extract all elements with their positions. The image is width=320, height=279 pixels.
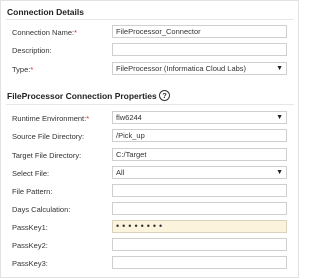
runtime-environment-label: Runtime Environment:* [12,114,89,123]
connection-name-label: Connection Name:* [12,28,77,37]
connection-name-input[interactable]: FileProcessor_Connector [112,25,287,38]
passkey3-label: PassKey3: [12,259,48,268]
select-file-select[interactable]: All ▼ [112,166,287,179]
source-dir-label: Source File Directory: [12,132,85,141]
description-input[interactable] [112,43,287,56]
passkey2-label: PassKey2: [12,241,48,250]
type-select[interactable]: FileProcessor (Informatica Cloud Labs) ▼ [112,62,287,75]
runtime-environment-value: flw6244 [116,113,142,122]
passkey1-input[interactable]: •••••••• [112,220,287,233]
type-label-text: Type: [12,65,31,74]
target-dir-input[interactable]: C:/Target [112,148,287,161]
days-calculation-input[interactable] [112,202,287,215]
section-divider [6,104,294,105]
passkey2-input[interactable] [112,238,287,251]
runtime-environment-label-text: Runtime Environment: [12,114,87,123]
chevron-down-icon: ▼ [276,169,283,176]
connection-name-label-text: Connection Name: [12,28,75,37]
required-marker: * [30,65,34,74]
connection-details-title: Connection Details [7,7,84,17]
type-label: Type:* [12,65,33,74]
source-dir-input[interactable]: /Pick_up [112,129,287,142]
file-pattern-label: File Pattern: [12,187,53,196]
type-select-value: FileProcessor (Informatica Cloud Labs) [116,64,247,73]
section-divider [6,19,294,20]
chevron-down-icon: ▼ [276,65,283,72]
days-calculation-label: Days Calculation: [12,205,71,214]
runtime-environment-select[interactable]: flw6244 ▼ [112,111,287,124]
passkey1-label: PassKey1: [12,223,48,232]
question-circle-icon[interactable]: ? [159,90,170,101]
select-file-value: All [116,168,125,177]
properties-title: FileProcessor Connection Properties [7,91,157,101]
required-marker: * [74,28,78,37]
required-marker: * [86,114,90,123]
chevron-down-icon: ▼ [276,114,283,121]
passkey3-input[interactable] [112,256,287,269]
description-label: Description: [12,46,52,55]
select-file-label: Select File: [12,169,50,178]
file-pattern-input[interactable] [112,184,287,197]
target-dir-label: Target File Directory: [12,151,82,160]
